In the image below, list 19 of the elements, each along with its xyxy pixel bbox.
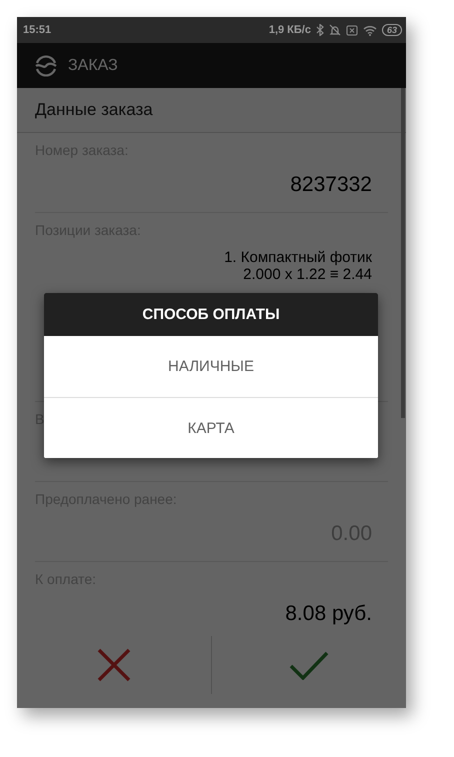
field-value: 2.000 x 1.22 ≡ 2.44 (243, 266, 372, 283)
dialog-title: СПОСОБ ОПЛАТЫ (142, 306, 280, 323)
logo-icon (34, 54, 58, 76)
field-value: 1. Компактный фотик (224, 250, 372, 266)
alarm-off-icon (328, 24, 341, 36)
close-icon (97, 648, 131, 682)
bluetooth-icon (316, 24, 324, 36)
battery-indicator: 63 (382, 24, 402, 36)
app-title: ЗАКАЗ (68, 56, 118, 74)
wifi-icon (362, 24, 377, 36)
status-time: 15:51 (23, 24, 52, 36)
payment-option[interactable]: НАЛИЧНЫЕ (44, 336, 378, 397)
close-box-icon (346, 24, 358, 36)
payment-option[interactable]: КАРТА (44, 397, 378, 458)
section-title: Данные заказа (35, 100, 153, 120)
field-value: 8237332 (290, 172, 372, 198)
network-speed: 1,9 КБ/с (268, 24, 311, 36)
check-icon (289, 650, 329, 680)
field-value: 8.08 руб. (285, 601, 372, 627)
